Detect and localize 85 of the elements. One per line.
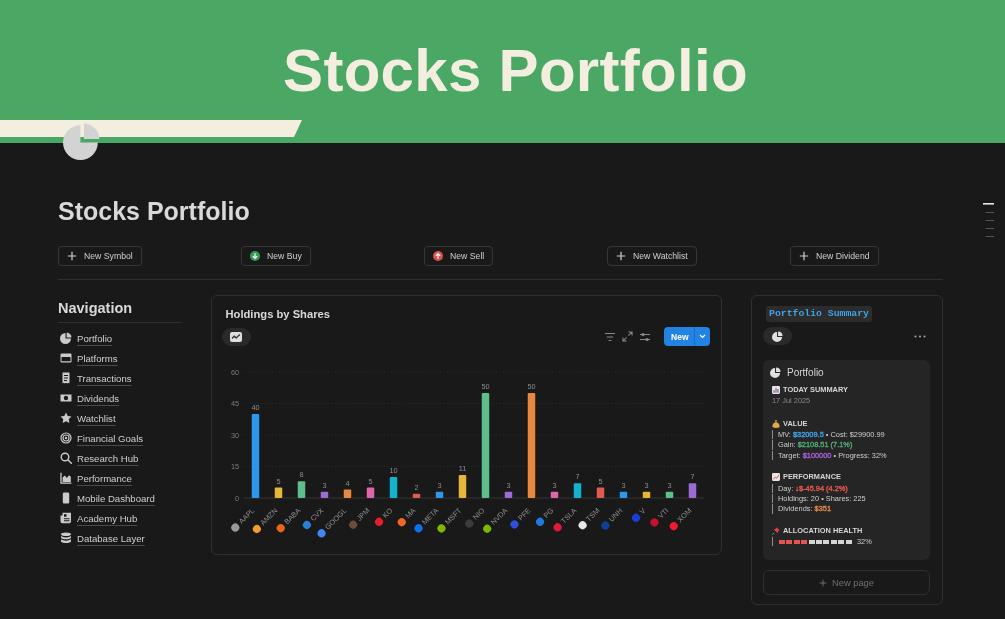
chart-bar xyxy=(366,487,374,498)
up-arrow-circle-icon xyxy=(433,251,443,261)
chart-bar xyxy=(320,491,328,498)
pie-chart-icon xyxy=(772,330,783,342)
expand-icon[interactable] xyxy=(622,331,633,342)
caret-icon xyxy=(698,334,706,339)
nav-link[interactable]: Academy Hub xyxy=(77,512,138,524)
chart-bar xyxy=(435,491,443,498)
logo-icon xyxy=(374,517,383,526)
chart-bar xyxy=(619,491,627,498)
sliders-icon[interactable] xyxy=(639,330,651,343)
nav-link[interactable]: Research Hub xyxy=(77,452,139,464)
chart-bar xyxy=(274,487,282,498)
nav-link[interactable]: Transactions xyxy=(77,372,132,384)
action-button[interactable]: New Watchlist xyxy=(607,246,697,266)
logo-icon xyxy=(252,525,261,533)
nav-link[interactable]: Financial Goals xyxy=(77,432,144,444)
outline-lines-icon[interactable] xyxy=(983,203,994,238)
pie-chart-icon xyxy=(63,122,101,160)
chart-bar xyxy=(412,493,420,498)
chart-bar xyxy=(596,487,604,498)
gallery-card[interactable] xyxy=(763,360,930,560)
window-icon xyxy=(60,352,72,364)
chart-bar xyxy=(389,477,397,498)
view-tab[interactable] xyxy=(763,327,792,345)
area-chart-icon xyxy=(60,472,72,484)
chart-bar xyxy=(343,489,351,498)
action-button[interactable]: New Buy xyxy=(241,246,311,266)
nav-link[interactable]: Mobile Dashboard xyxy=(77,492,155,504)
new-page-button[interactable]: New page xyxy=(763,570,930,595)
chart-bar xyxy=(573,483,581,498)
action-button[interactable]: New Symbol xyxy=(58,246,142,266)
chart-bar xyxy=(458,474,466,498)
bar-chart-icon xyxy=(772,385,780,394)
more-icon[interactable] xyxy=(914,334,926,338)
nav-link[interactable]: Performance xyxy=(77,472,132,484)
logo-icon xyxy=(509,520,518,529)
plus-icon xyxy=(799,251,809,261)
chart-bar xyxy=(665,491,673,498)
banknote-icon xyxy=(60,392,72,404)
down-arrow-circle-icon xyxy=(250,251,260,261)
chart-bar xyxy=(297,481,305,498)
logo-icon xyxy=(669,522,678,531)
star-icon xyxy=(60,412,72,424)
filter-icon[interactable] xyxy=(604,331,616,342)
database-icon xyxy=(60,532,72,544)
search-icon xyxy=(60,452,72,464)
nav-link[interactable]: Dividends xyxy=(77,392,120,404)
chart-bar xyxy=(642,491,650,498)
page-title: Stocks Portfolio xyxy=(58,196,250,227)
logo-icon xyxy=(578,521,587,530)
action-button[interactable]: New Sell xyxy=(424,246,494,266)
chart-bar xyxy=(688,483,696,498)
plus-icon xyxy=(67,251,77,261)
plus-icon xyxy=(819,578,828,587)
chart-title: Holdings by Shares xyxy=(224,307,331,321)
pie-chart-icon xyxy=(770,366,781,378)
logo-icon xyxy=(348,520,357,529)
summary-title: Portfolio Summary xyxy=(766,306,872,322)
pie-chart-icon xyxy=(60,332,72,344)
chart-bar xyxy=(504,491,512,498)
receipt-icon xyxy=(60,372,72,384)
money-bag-icon xyxy=(772,419,780,428)
action-button[interactable]: New Dividend xyxy=(790,246,879,266)
new-button[interactable]: New xyxy=(664,327,710,346)
newspaper-icon xyxy=(60,512,72,524)
logo-icon xyxy=(436,524,445,533)
logo-icon xyxy=(276,524,285,533)
nav-link[interactable]: Platforms xyxy=(77,352,118,364)
phone-icon xyxy=(60,492,72,504)
trend-chart-icon xyxy=(772,473,780,481)
logo-icon xyxy=(600,521,609,530)
card-title: Portfolio xyxy=(787,366,824,378)
nav-heading: Navigation xyxy=(58,299,134,318)
plus-icon xyxy=(616,251,626,261)
target-icon xyxy=(60,432,72,444)
chart-icon xyxy=(230,331,242,342)
chart-bar xyxy=(550,491,558,498)
pushpin-icon xyxy=(772,526,780,535)
logo-icon xyxy=(230,523,239,532)
nav-link[interactable]: Watchlist xyxy=(77,412,116,424)
nav-link[interactable]: Database Layer xyxy=(77,532,145,544)
nav-link[interactable]: Portfolio xyxy=(77,332,113,344)
view-tab[interactable] xyxy=(221,327,251,346)
cover-title: Stocks Portfolio xyxy=(283,40,748,101)
